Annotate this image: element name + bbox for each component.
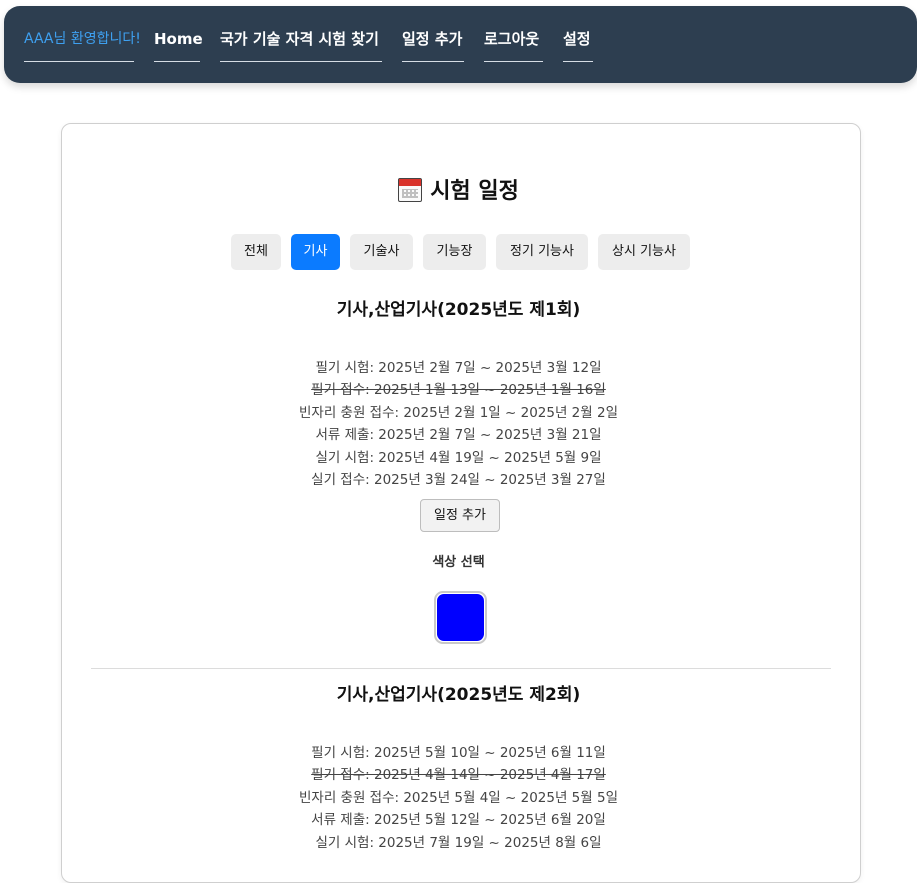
add-schedule-button[interactable]: 일정 추가 <box>420 499 500 532</box>
nav-logout-link[interactable]: 로그아웃 <box>484 28 543 62</box>
exam-schedule-list-2: 필기 시험: 2025년 5월 10일 ~ 2025년 6월 11일 필기 접수… <box>0 742 917 854</box>
color-picker[interactable] <box>434 591 487 644</box>
calendar-icon <box>398 178 423 202</box>
welcome-message: AAA님 환영합니다! <box>24 28 141 62</box>
tab-gisa[interactable]: 기사 <box>291 234 340 270</box>
page-title-text: 시험 일정 <box>430 179 519 204</box>
page-title: 시험 일정 <box>0 174 917 210</box>
exam-title: 기사,산업기사(2025년도 제2회) <box>336 685 581 705</box>
practical-registration-date: 실기 접수: 2025년 3월 24일 ~ 2025년 3월 27일 <box>311 472 606 489</box>
practical-exam-date: 실기 시험: 2025년 7월 19일 ~ 2025년 8월 6일 <box>315 834 602 851</box>
exam-section-2: 기사,산업기사(2025년도 제2회) <box>0 681 917 709</box>
vacancy-registration-date: 빈자리 충원 접수: 2025년 2월 1일 ~ 2025년 2월 2일 <box>298 404 618 421</box>
tab-all[interactable]: 전체 <box>231 234 281 270</box>
nav-home-link[interactable]: Home <box>154 28 203 62</box>
exam-schedule-list-1: 필기 시험: 2025년 2월 7일 ~ 2025년 3월 12일 필기 접수:… <box>0 357 917 491</box>
written-exam-date: 필기 시험: 2025년 2월 7일 ~ 2025년 3월 12일 <box>315 360 602 376</box>
top-navbar: AAA님 환영합니다! Home 국가 기술 자격 시험 찾기 일정 추가 로그… <box>4 6 917 83</box>
practical-exam-date: 실기 시험: 2025년 4월 19일 ~ 2025년 5월 9일 <box>315 449 602 466</box>
written-exam-date: 필기 시험: 2025년 5월 10일 ~ 2025년 6월 11일 <box>311 745 606 761</box>
nav-find-exam-link[interactable]: 국가 기술 자격 시험 찾기 <box>220 28 382 62</box>
exam-title: 기사,산업기사(2025년도 제1회) <box>336 300 581 320</box>
tab-permanent-gineungsa[interactable]: 상시 기능사 <box>598 234 690 270</box>
exam-section-1: 기사,산업기사(2025년도 제1회) <box>0 296 917 324</box>
vacancy-registration-date: 빈자리 충원 접수: 2025년 5월 4일 ~ 2025년 5월 5일 <box>298 789 618 806</box>
section-divider <box>91 668 831 669</box>
selected-color-fill <box>437 594 484 641</box>
written-registration-date: 필기 접수: 2025년 1월 13일 ~ 2025년 1월 16일 <box>311 382 606 399</box>
written-registration-date: 필기 접수: 2025년 4월 14일 ~ 2025년 4월 17일 <box>311 767 606 784</box>
tab-gineungjang[interactable]: 기능장 <box>423 234 486 270</box>
nav-settings-link[interactable]: 설정 <box>563 28 593 62</box>
tab-regular-gineungsa[interactable]: 정기 기능사 <box>496 234 588 270</box>
color-select-label: 색상 선택 <box>432 555 485 570</box>
document-submission-date: 서류 제출: 2025년 5월 12일 ~ 2025년 6월 20일 <box>311 812 606 829</box>
tab-gisulsa[interactable]: 기술사 <box>350 234 413 270</box>
document-submission-date: 서류 제출: 2025년 2월 7일 ~ 2025년 3월 21일 <box>315 427 602 444</box>
nav-add-schedule-link[interactable]: 일정 추가 <box>402 28 464 62</box>
